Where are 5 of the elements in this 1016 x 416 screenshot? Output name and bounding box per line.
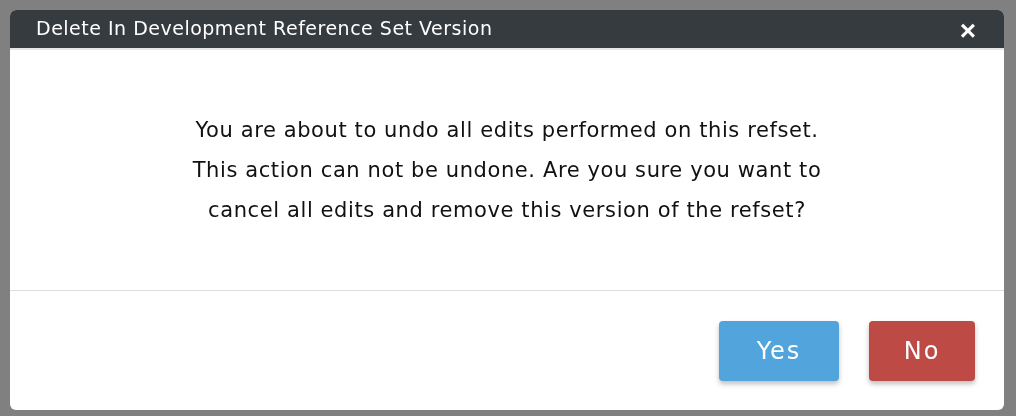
close-button[interactable]: ×	[959, 18, 976, 44]
confirmation-message: You are about to undo all edits performed on this refset. This action can not be undone. Are you sure you want to cancel all edits and remove this version of the refset?	[191, 117, 823, 224]
dialog-title: Delete In Development Reference Set Version	[36, 17, 493, 39]
no-button[interactable]: No	[869, 321, 975, 381]
yes-button[interactable]: Yes	[719, 321, 839, 381]
